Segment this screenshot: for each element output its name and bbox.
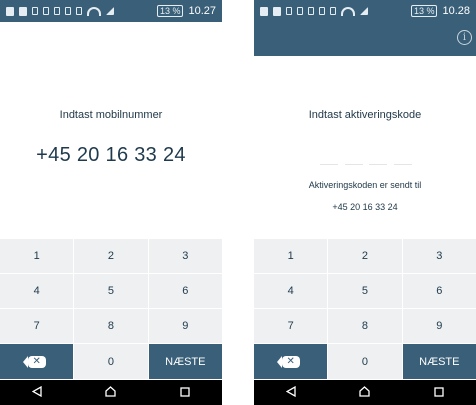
key-0[interactable]: 0 <box>328 344 403 380</box>
phone-screen-number-entry: 13 % 10.27 Indtast mobilnummer +45 20 16… <box>0 0 222 405</box>
backspace-icon: ✕ <box>22 355 46 368</box>
recent-apps-icon[interactable] <box>180 384 190 402</box>
back-icon[interactable] <box>285 384 296 402</box>
home-icon[interactable] <box>105 384 117 402</box>
phone-screen-activation-code: 13 % 10.28 i Indtast aktiveringskode Akt… <box>254 0 476 405</box>
back-icon[interactable] <box>31 384 42 402</box>
clock: 10.27 <box>188 5 216 17</box>
download-icon <box>297 7 303 15</box>
android-navigation-bar <box>0 380 222 405</box>
battery-indicator: 13 % <box>156 5 184 17</box>
numeric-keypad: 1 2 3 4 5 6 7 8 9 ✕ 0 NÆSTE <box>254 239 476 380</box>
status-bar: 13 % 10.27 <box>0 0 222 22</box>
backspace-icon: ✕ <box>276 355 300 368</box>
key-9[interactable]: 9 <box>148 309 222 344</box>
key-7[interactable]: 7 <box>254 309 329 344</box>
next-button[interactable]: NÆSTE <box>148 344 222 380</box>
code-digit-slot <box>320 164 338 165</box>
bluetooth-icon <box>65 7 71 15</box>
notification-icon <box>286 7 292 15</box>
status-icons <box>6 6 157 16</box>
backspace-button[interactable]: ✕ <box>0 344 75 380</box>
recent-apps-icon[interactable] <box>434 384 444 402</box>
key-7[interactable]: 7 <box>0 309 75 344</box>
vibrate-icon <box>76 7 82 15</box>
key-8[interactable]: 8 <box>328 309 403 344</box>
message-icon <box>260 6 268 16</box>
code-digit-slot <box>369 164 388 165</box>
download-icon <box>43 7 49 15</box>
status-bar: 13 % 10.28 <box>254 0 476 22</box>
key-0[interactable]: 0 <box>74 344 149 380</box>
vibrate-icon <box>330 7 336 15</box>
code-digit-slot <box>393 164 412 165</box>
signal-icon <box>360 7 368 15</box>
info-icon[interactable]: i <box>457 30 472 45</box>
key-4[interactable]: 4 <box>254 274 329 309</box>
key-9[interactable]: 9 <box>402 309 476 344</box>
key-1[interactable]: 1 <box>254 239 329 274</box>
key-3[interactable]: 3 <box>148 239 222 274</box>
sim-icon <box>19 6 27 16</box>
code-sent-label: Aktiveringskoden er sendt til <box>308 180 422 190</box>
activation-code-input[interactable] <box>320 164 412 165</box>
notification-icon <box>32 7 38 15</box>
page-title: Indtast mobilnummer <box>59 109 163 121</box>
phone-number-display[interactable]: +45 20 16 33 24 <box>0 144 222 167</box>
sim-icon <box>273 6 281 16</box>
key-5[interactable]: 5 <box>328 274 403 309</box>
backspace-button[interactable]: ✕ <box>254 344 329 380</box>
bluetooth-icon <box>319 7 325 15</box>
key-6[interactable]: 6 <box>148 274 222 309</box>
signal-icon <box>106 7 114 15</box>
message-icon <box>6 6 14 16</box>
key-8[interactable]: 8 <box>74 309 149 344</box>
key-1[interactable]: 1 <box>0 239 75 274</box>
next-button[interactable]: NÆSTE <box>402 344 476 380</box>
wifi-icon <box>87 6 101 16</box>
key-4[interactable]: 4 <box>0 274 75 309</box>
home-icon[interactable] <box>359 384 371 402</box>
status-icons <box>260 6 411 16</box>
key-2[interactable]: 2 <box>74 239 149 274</box>
code-sent-number: +45 20 16 33 24 <box>332 202 398 212</box>
nfc-icon <box>308 7 314 15</box>
battery-indicator: 13 % <box>410 5 438 17</box>
nfc-icon <box>54 7 60 15</box>
key-5[interactable]: 5 <box>74 274 149 309</box>
clock: 10.28 <box>442 5 470 17</box>
key-6[interactable]: 6 <box>402 274 476 309</box>
key-2[interactable]: 2 <box>328 239 403 274</box>
numeric-keypad: 1 2 3 4 5 6 7 8 9 ✕ 0 NÆSTE <box>0 239 222 380</box>
android-navigation-bar <box>254 380 476 405</box>
key-3[interactable]: 3 <box>402 239 476 274</box>
wifi-icon <box>341 6 355 16</box>
page-title: Indtast aktiveringskode <box>308 109 422 121</box>
app-bar: i <box>254 22 476 56</box>
code-digit-slot <box>344 164 363 165</box>
